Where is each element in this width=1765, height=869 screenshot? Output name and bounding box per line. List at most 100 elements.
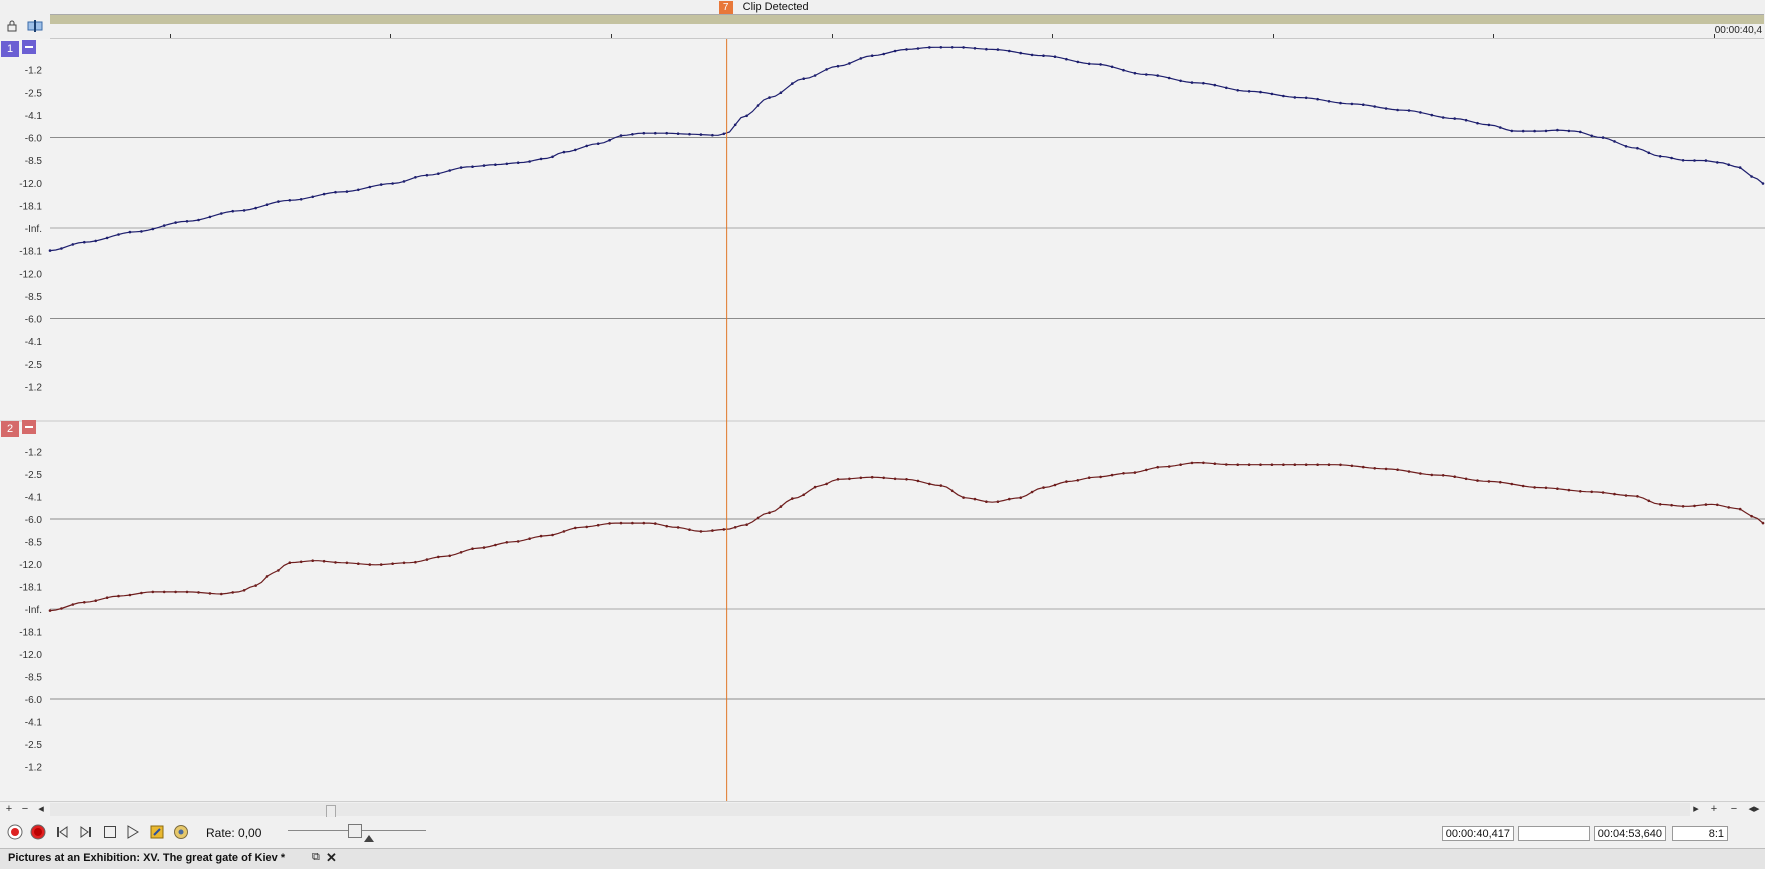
tracks-area[interactable]: -1.2 -2.5 -4.1 -6.0 -8.5 -12.0 -18.1 -Inf. -18.1… xyxy=(0,39,1765,801)
track-1-axis-label: -1.2 xyxy=(25,382,43,393)
track-1-envelope-point xyxy=(836,64,840,68)
track-2-axis-label: -4.1 xyxy=(25,493,43,504)
zoom-in-button[interactable]: + xyxy=(1707,802,1721,817)
snap-icon[interactable] xyxy=(26,18,44,34)
lock-icon[interactable] xyxy=(4,18,20,34)
track-1-minimize-button[interactable] xyxy=(22,40,36,54)
track-2-envelope-point xyxy=(654,522,657,525)
track-1-envelope-point xyxy=(1453,117,1456,120)
track-1-envelope-point xyxy=(288,199,292,202)
track-2-envelope-point xyxy=(676,526,680,529)
track-2-axis-label: -18.1 xyxy=(19,628,42,639)
track-1-envelope-point xyxy=(1008,49,1011,53)
track-2-envelope-point xyxy=(1384,467,1388,471)
scroll-right-button[interactable]: ▸ xyxy=(1689,802,1703,817)
ruler-tick xyxy=(832,34,833,38)
loop-icon[interactable] xyxy=(148,823,166,841)
track-1-envelope-point xyxy=(1316,97,1319,101)
track-2-envelope-point xyxy=(996,500,1000,504)
envelope-canvas[interactable]: -1.2 -2.5 -4.1 -6.0 -8.5 -12.0 -18.1 -Inf. -18.1… xyxy=(0,39,1765,801)
track-2-envelope-point xyxy=(1179,463,1182,467)
track-2-number[interactable]: 2 xyxy=(1,421,19,437)
play-icon[interactable] xyxy=(124,823,142,841)
settings-icon[interactable] xyxy=(172,823,190,841)
track-2-envelope-point xyxy=(1213,462,1217,466)
document-title[interactable]: Pictures at an Exhibition: XV. The great… xyxy=(8,852,285,864)
zoom-ratio-field[interactable]: 8:1 xyxy=(1672,826,1728,841)
track-2-minimize-button[interactable] xyxy=(22,420,36,434)
zoom-out-button[interactable]: − xyxy=(1727,802,1741,817)
track-1-envelope-point xyxy=(1202,81,1205,85)
track-2-envelope-point xyxy=(1019,496,1022,500)
document-tab[interactable]: Pictures at an Exhibition: XV. The great… xyxy=(0,848,1765,869)
marker-label[interactable]: Clip Detected xyxy=(743,1,809,14)
track-2-envelope-point xyxy=(733,526,737,529)
record-icon[interactable] xyxy=(29,823,47,841)
track-1-envelope-point xyxy=(528,160,531,163)
track-1-envelope-point xyxy=(1145,73,1148,76)
track-1-envelope-point xyxy=(1087,62,1091,66)
track-1-number[interactable]: 1 xyxy=(1,41,19,57)
zoom-fit-button[interactable]: ◂▸ xyxy=(1745,802,1763,817)
track-2-envelope-point xyxy=(1738,507,1742,511)
track-1-envelope-point xyxy=(1099,63,1102,66)
track-2-envelope-point xyxy=(585,525,588,529)
track-1-envelope-point xyxy=(379,183,383,186)
track-1-envelope-point xyxy=(505,162,509,166)
track-2-envelope-point xyxy=(1259,463,1262,467)
track-1-envelope-point xyxy=(928,46,931,49)
horizontal-scrollbar[interactable]: + − ◂ ▸ + − ◂▸ xyxy=(0,801,1765,818)
track-2-axis-label: -1.2 xyxy=(25,763,43,774)
record-arm-icon[interactable] xyxy=(6,823,24,841)
ruler-end-time: 00:00:40,4 xyxy=(1714,25,1762,36)
selection-length-field[interactable] xyxy=(1518,826,1590,841)
track-2-envelope-point xyxy=(174,590,177,594)
track-2-envelope-point xyxy=(1236,463,1239,467)
track-1-envelope-point xyxy=(140,230,143,233)
track-2-envelope-point xyxy=(1065,480,1068,483)
scroll-track[interactable] xyxy=(50,803,1690,818)
track-1-envelope-point xyxy=(1065,57,1068,61)
track-2-envelope-point xyxy=(1533,486,1536,489)
time-ruler[interactable]: 00:00:40,4 xyxy=(50,24,1764,39)
track-1-envelope-point xyxy=(1110,65,1114,69)
track-1-envelope-point xyxy=(574,148,577,152)
track-1-envelope-point xyxy=(459,166,463,169)
track-2-envelope-point xyxy=(1133,471,1137,474)
track-2-envelope-point xyxy=(574,526,577,530)
ruler-tick xyxy=(1052,34,1053,38)
restore-window-icon[interactable]: ⧉ xyxy=(312,851,320,864)
zoom-in-vertical-button[interactable]: + xyxy=(2,802,16,817)
track-2-envelope-point xyxy=(985,500,988,504)
marker-bar xyxy=(50,0,1764,14)
go-to-start-icon[interactable] xyxy=(53,823,71,841)
track-1-envelope-point xyxy=(950,46,954,49)
rate-slider-thumb[interactable] xyxy=(348,824,362,838)
cursor-time-field[interactable]: 00:00:40,417 xyxy=(1442,826,1514,841)
track-1-envelope-point xyxy=(128,230,132,234)
track-2-envelope-point xyxy=(1487,480,1491,483)
track-2-envelope-point xyxy=(619,521,623,525)
track-2-envelope-point xyxy=(471,547,474,550)
track-2-envelope-point xyxy=(60,607,63,610)
track-1-envelope-point xyxy=(1419,111,1422,114)
track-2-envelope-point xyxy=(494,543,497,547)
track-1-envelope-point xyxy=(1179,79,1182,83)
track-1-envelope-point xyxy=(1499,126,1502,129)
track-2-envelope-point xyxy=(1190,461,1194,465)
track-1-envelope-point xyxy=(745,114,748,118)
track-1-envelope-point xyxy=(1567,129,1571,133)
close-document-icon[interactable]: ✕ xyxy=(326,850,337,866)
go-to-end-icon[interactable] xyxy=(77,823,95,841)
scroll-left-button[interactable]: ◂ xyxy=(34,802,48,817)
track-2-envelope-point xyxy=(1658,503,1662,506)
track-2-envelope-point xyxy=(1350,464,1354,468)
stop-icon[interactable] xyxy=(101,823,119,841)
zoom-out-vertical-button[interactable]: − xyxy=(18,802,32,817)
rate-slider[interactable] xyxy=(288,824,426,842)
total-length-field[interactable]: 00:04:53,640 xyxy=(1594,826,1666,841)
track-2-envelope-point xyxy=(1636,495,1639,498)
track-2-envelope-point xyxy=(448,554,452,558)
track-1-envelope-point xyxy=(802,77,805,80)
marker-flag[interactable]: 7 xyxy=(718,1,733,14)
